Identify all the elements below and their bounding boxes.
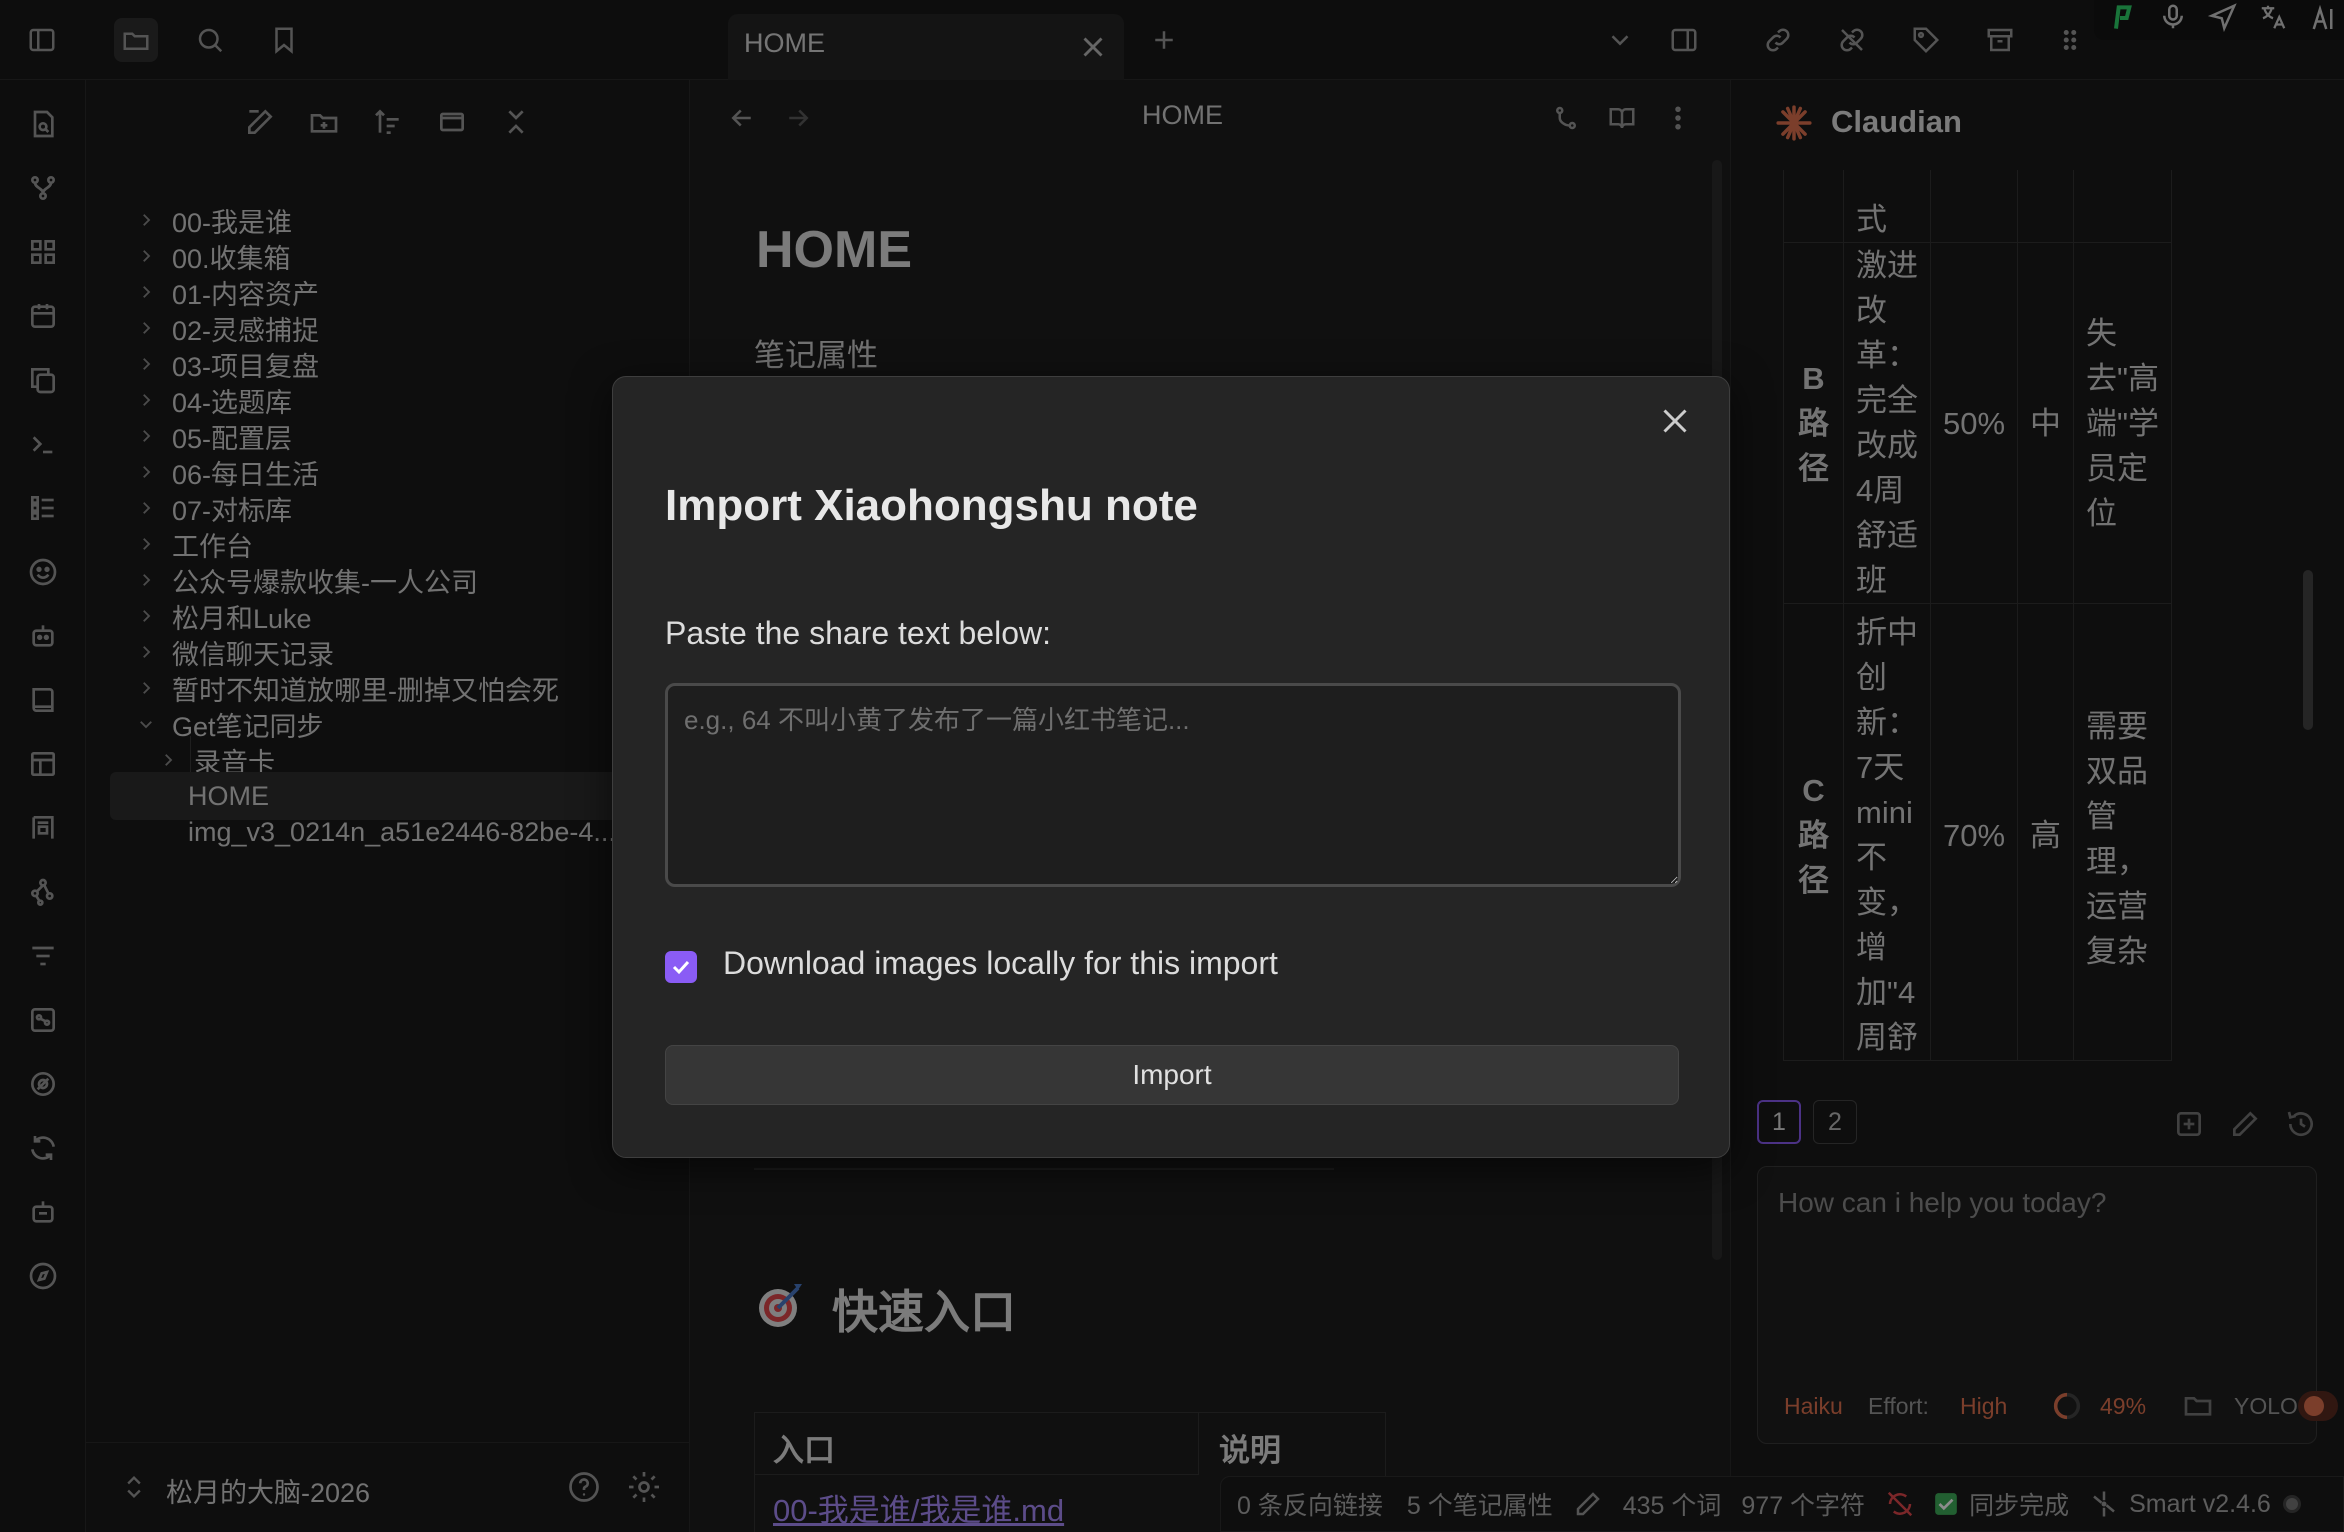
modal-title: Import Xiaohongshu note — [665, 481, 1198, 530]
import-button[interactable]: Import — [665, 1045, 1679, 1105]
close-icon[interactable] — [1653, 399, 1697, 443]
share-text-input[interactable] — [665, 683, 1681, 887]
share-text-label: Paste the share text below: — [665, 615, 1051, 651]
download-images-checkbox[interactable] — [665, 951, 697, 983]
download-images-label[interactable]: Download images locally for this import — [723, 945, 1278, 982]
import-modal: Import Xiaohongshu note Paste the share … — [612, 376, 1730, 1158]
